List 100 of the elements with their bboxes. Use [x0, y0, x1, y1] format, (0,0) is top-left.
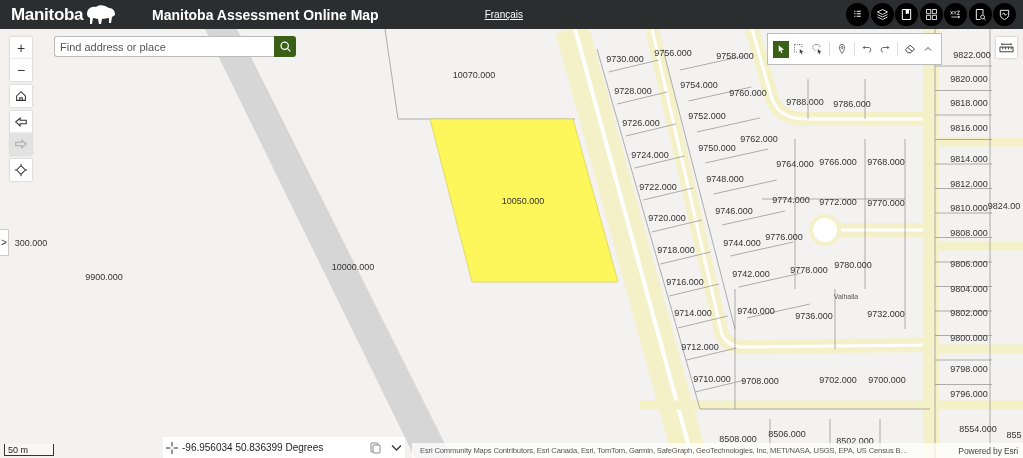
document-search-button[interactable] — [968, 3, 992, 26]
measure-button[interactable] — [996, 37, 1017, 58]
parcel-label: 300.000 — [14, 237, 48, 248]
parcel-label: 9746.000 — [715, 205, 753, 216]
layers-button[interactable] — [870, 3, 894, 26]
parcel-label: 9726.000 — [622, 117, 660, 128]
parcel-label: 9752.000 — [688, 110, 726, 121]
parcel-label: 9720.000 — [648, 212, 686, 223]
parcel-label: 10000.000 — [331, 261, 375, 272]
search-field[interactable]: Find address or place — [54, 36, 274, 57]
coordinates-text: -96.956034 50.836399 Degrees — [182, 442, 325, 453]
parcel-label: 9736.000 — [795, 310, 833, 321]
parcel-label: 9724.000 — [631, 149, 669, 160]
search-icon — [278, 40, 292, 53]
parcel-label: 9788.000 — [786, 96, 824, 107]
parcel-label: 9748.000 — [706, 173, 744, 184]
redo-icon — [879, 43, 891, 55]
grid-button[interactable] — [919, 3, 943, 26]
parcel-label: 9812.000 — [950, 178, 988, 189]
parcel-label: 8502.000 — [836, 435, 874, 446]
parcel-label: 9818.000 — [950, 97, 988, 108]
ruler-icon — [999, 41, 1014, 54]
scale-bar: 50 m — [4, 444, 54, 456]
parcel-label: 9820.000 — [950, 73, 988, 84]
parcel-label: 9714.000 — [674, 307, 712, 318]
parcel-label: 9806.000 — [950, 258, 988, 269]
parcel-label: 9764.000 — [776, 158, 814, 169]
save-button[interactable] — [895, 3, 918, 26]
parcel-label: 8554.000 — [959, 423, 997, 434]
parcel-label: 855 — [1006, 429, 1022, 440]
parcel-label: 9716.000 — [666, 276, 704, 287]
parcel-label: 9796.000 — [950, 388, 988, 399]
parcel-label: 9710.000 — [693, 373, 731, 384]
shield-button[interactable] — [993, 3, 1016, 26]
parcel-label: 9708.000 — [741, 375, 779, 386]
forward-icon — [14, 137, 28, 151]
parcel-label: 10050.000 — [501, 195, 545, 206]
parcel-label: 9900.000 — [85, 271, 123, 282]
chevron-down-icon — [391, 443, 402, 452]
parcel-label: 9804.000 — [950, 283, 988, 294]
parcel-label: 9768.000 — [867, 156, 905, 167]
language-link[interactable]: Français — [484, 9, 523, 20]
expand-panel-button[interactable]: > — [0, 229, 9, 256]
parcel-label: 9742.000 — [732, 268, 770, 279]
parcel-label: 9822.000 — [953, 49, 991, 60]
back-icon — [14, 115, 28, 129]
parcel-label: 9780.000 — [834, 259, 872, 270]
zoom-in-button[interactable]: + — [10, 37, 32, 59]
parcel-label: 9814.000 — [950, 153, 988, 164]
undo-icon — [861, 43, 873, 55]
home-button[interactable] — [10, 85, 32, 107]
copy-icon — [370, 441, 381, 454]
parcel-label: 9776.000 — [765, 231, 803, 242]
parcel-label: 9766.000 — [819, 156, 857, 167]
home-icon — [14, 89, 28, 103]
powered-by-text: Powered by Esri — [958, 445, 1018, 456]
parcel-label: 9786.000 — [833, 98, 871, 109]
parcel-label: 9778.000 — [790, 264, 828, 275]
parcel-label: 9700.000 — [868, 374, 906, 385]
parcel-label: 9740.000 — [737, 305, 775, 316]
list-button[interactable] — [846, 3, 869, 26]
parcel-label: 9732.000 — [867, 308, 905, 319]
parcel-label: 9772.000 — [819, 196, 857, 207]
parcel-label: 9754.000 — [680, 79, 718, 90]
search-button[interactable] — [274, 36, 296, 57]
parcel-label: 9770.000 — [867, 197, 905, 208]
xyz-button[interactable] — [944, 3, 967, 26]
locate-icon — [14, 163, 28, 177]
parcel-label: 9774.000 — [772, 194, 810, 205]
parcel-label: 9760.000 — [729, 87, 767, 98]
rectangle-select-icon — [793, 43, 805, 55]
logo-text: Manitoba — [11, 4, 84, 25]
shield-icon — [997, 7, 1012, 22]
parcel-label: 10070.000 — [452, 69, 496, 80]
parcel-label: 9750.000 — [698, 142, 736, 153]
parcel-label: 9758.000 — [716, 50, 754, 61]
pin-icon — [836, 43, 848, 55]
parcel-label: 9800.000 — [950, 332, 988, 343]
parcel-label: 8508.000 — [719, 433, 757, 444]
zoom-out-button[interactable]: − — [10, 59, 32, 81]
parcel-label: 9730.000 — [606, 53, 644, 64]
parcel-label: 9722.000 — [639, 181, 677, 192]
crosshair-icon — [166, 441, 178, 454]
parcel-label: 9728.000 — [614, 85, 652, 96]
parcel-label: 9802.000 — [950, 307, 988, 318]
parcel-label: 9808.000 — [950, 227, 988, 238]
parcel-label: 9816.000 — [950, 122, 988, 133]
back-button[interactable] — [10, 111, 32, 133]
save-icon — [899, 7, 914, 22]
parcel-label: 9810.000 — [950, 202, 988, 213]
bison-icon — [85, 3, 118, 26]
parcel-label: 8506.000 — [768, 428, 806, 439]
grid-icon — [923, 7, 939, 22]
locate-button[interactable] — [10, 159, 32, 181]
eraser-icon — [904, 43, 916, 55]
parcel-label: 9712.000 — [681, 341, 719, 352]
parcel-label: 9756.000 — [654, 47, 692, 58]
select-tool-button[interactable] — [773, 40, 789, 58]
parcel-label: 9702.000 — [819, 374, 857, 385]
lasso-select-icon — [811, 43, 823, 55]
